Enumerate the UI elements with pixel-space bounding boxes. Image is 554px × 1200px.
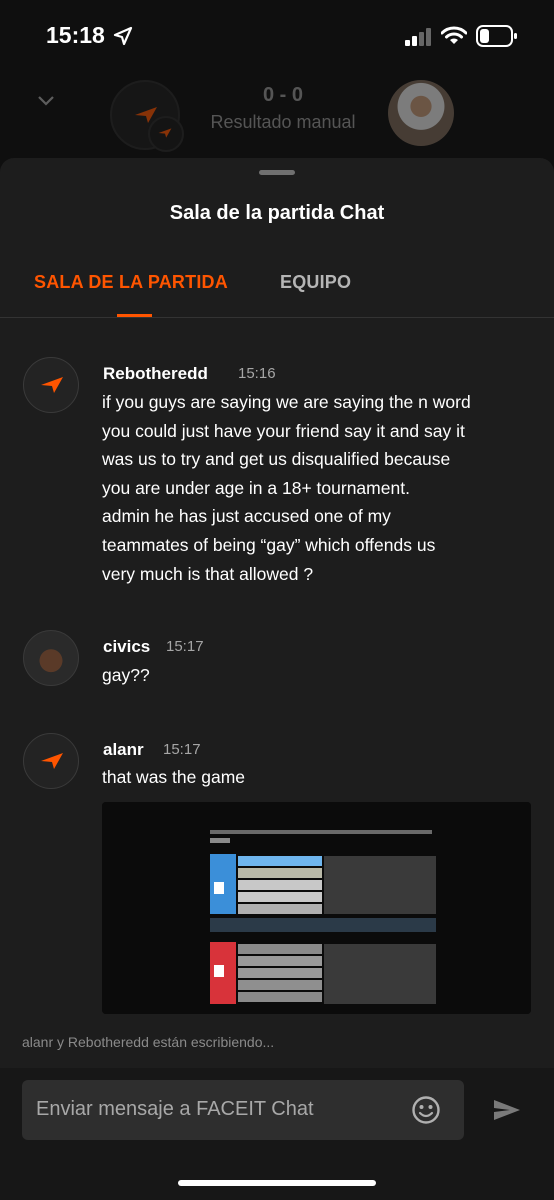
- faceit-logo-icon: [41, 753, 63, 769]
- typing-indicator: alanr y Rebotheredd están escribiendo...: [22, 1034, 275, 1050]
- message-input[interactable]: Enviar mensaje a FACEIT Chat: [22, 1080, 464, 1140]
- message-text: if you guys are saying we are saying the…: [102, 388, 471, 588]
- message-author[interactable]: alanr: [103, 740, 144, 760]
- match-header: 0 - 0 Resultado manual: [0, 72, 554, 158]
- cellular-signal-icon: [405, 28, 431, 46]
- status-bar: 15:18: [0, 0, 554, 72]
- message-line: very much is that allowed ?: [102, 563, 314, 584]
- emoji-icon[interactable]: [411, 1095, 441, 1125]
- chat-sheet: Sala de la partida Chat SALA DE LA PARTI…: [0, 158, 554, 1200]
- message-text: that was the game: [102, 763, 245, 792]
- match-score: 0 - 0: [262, 84, 304, 106]
- avatar[interactable]: [23, 357, 79, 413]
- message-input-placeholder: Enviar mensaje a FACEIT Chat: [36, 1098, 314, 1120]
- message-time: 15:16: [238, 365, 276, 382]
- message-line: teammates of being “gay” which offends u…: [102, 534, 436, 555]
- battery-icon: [476, 25, 517, 47]
- message-time: 15:17: [166, 638, 204, 655]
- sheet-title: Sala de la partida Chat: [169, 202, 385, 224]
- message-line: you are under age in a 18+ tournament.: [102, 477, 410, 498]
- avatar[interactable]: [23, 630, 79, 686]
- result-mode: Resultado manual: [210, 112, 356, 132]
- message-author[interactable]: civics: [103, 637, 150, 657]
- chevron-down-icon[interactable]: [36, 94, 56, 108]
- message-line: that was the game: [102, 767, 245, 787]
- message-time: 15:17: [163, 741, 201, 758]
- scoreboard-image: [102, 802, 531, 1014]
- team-badge: [148, 116, 184, 152]
- home-indicator: [178, 1180, 376, 1186]
- message-author[interactable]: Rebotheredd: [103, 364, 208, 384]
- sheet-grabber[interactable]: [259, 170, 295, 175]
- message-line: gay??: [102, 665, 150, 685]
- tab-match-room[interactable]: SALA DE LA PARTIDA: [34, 272, 228, 293]
- avatar[interactable]: [23, 733, 79, 789]
- message-text: gay??: [102, 661, 150, 690]
- message-line: if you guys are saying we are saying the…: [102, 392, 471, 412]
- tab-team[interactable]: EQUIPO: [280, 272, 351, 293]
- faceit-logo-icon: [41, 377, 63, 393]
- image-attachment[interactable]: [102, 802, 531, 1014]
- location-arrow-icon: [113, 26, 133, 46]
- wifi-icon: [441, 26, 467, 44]
- status-time: 15:18: [46, 22, 105, 48]
- send-icon[interactable]: [492, 1098, 522, 1122]
- message-line: you could just have your friend say it a…: [102, 420, 465, 441]
- faceit-logo-icon: [158, 128, 172, 138]
- message-line: was us to try and get us disqualified be…: [102, 449, 451, 470]
- tab-divider: [0, 317, 554, 318]
- opponent-avatar[interactable]: [388, 80, 454, 146]
- message-line: admin he has just accused one of my: [102, 506, 391, 527]
